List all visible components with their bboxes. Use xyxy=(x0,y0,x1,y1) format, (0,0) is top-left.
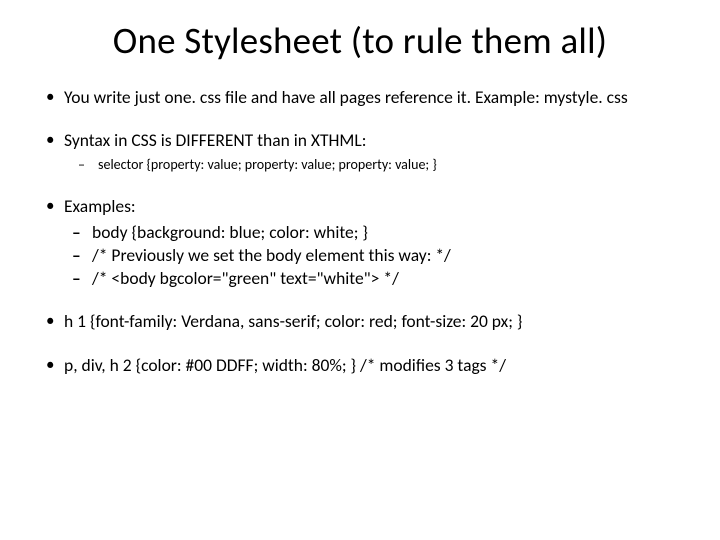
sub-text: body {background: blue; color: white; } xyxy=(92,221,368,243)
sub-list: body {background: blue; color: white; } … xyxy=(64,221,680,289)
bullet-text: h 1 {font-family: Verdana, sans-serif; c… xyxy=(64,310,522,332)
bullet-text: Examples: xyxy=(64,195,136,217)
sub-item: selector {property: value; property: val… xyxy=(64,156,680,174)
sub-list: selector {property: value; property: val… xyxy=(64,156,680,174)
sub-text: /* Previously we set the body element th… xyxy=(92,244,451,266)
slide-title: One Stylesheet (to rule them all) xyxy=(40,18,680,63)
bullet-text: You write just one. css file and have al… xyxy=(64,86,628,108)
bullet-item-3: Examples: body {background: blue; color:… xyxy=(40,196,680,290)
bullet-item-4: h 1 {font-family: Verdana, sans-serif; c… xyxy=(40,311,680,332)
sub-item: /* <body bgcolor="green" text="white"> *… xyxy=(64,267,680,290)
bullet-item-2: Syntax in CSS is DIFFERENT than in XTHML… xyxy=(40,130,680,174)
bullet-item-5: p, div, h 2 {color: #00 DDFF; width: 80%… xyxy=(40,355,680,376)
bullet-text: Syntax in CSS is DIFFERENT than in XTHML… xyxy=(64,129,366,151)
bullet-list: You write just one. css file and have al… xyxy=(40,87,680,376)
sub-item: body {background: blue; color: white; } xyxy=(64,221,680,244)
slide: One Stylesheet (to rule them all) You wr… xyxy=(0,0,720,540)
sub-text: /* <body bgcolor="green" text="white"> *… xyxy=(92,267,399,289)
bullet-item-1: You write just one. css file and have al… xyxy=(40,87,680,108)
sub-item: /* Previously we set the body element th… xyxy=(64,244,680,267)
bullet-text: p, div, h 2 {color: #00 DDFF; width: 80%… xyxy=(64,354,506,376)
sub-text: selector {property: value; property: val… xyxy=(98,156,437,173)
